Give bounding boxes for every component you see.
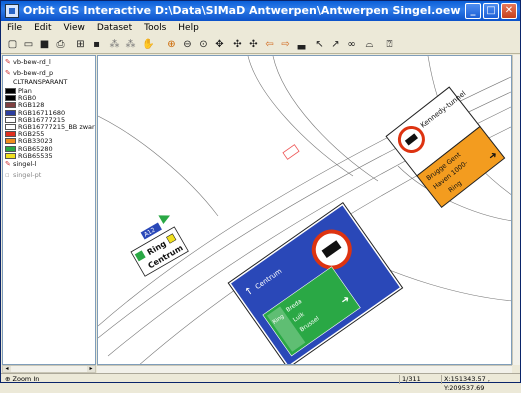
blue-sign[interactable]: Centrum ↑ Ring Breda Luik Brussel ➜ xyxy=(227,202,404,365)
open-icon[interactable]: ▭ xyxy=(22,38,35,51)
legend-item: RGB65535 xyxy=(5,152,53,160)
title-bar: Orbit GIS Interactive D:\Data\SIMaD Antw… xyxy=(1,1,520,21)
binoculars-icon[interactable]: ∞ xyxy=(345,38,358,51)
map-canvas[interactable]: Kennedy-tunnel Brugge Gent Haven 1000- R… xyxy=(97,55,512,365)
menu-dataset[interactable]: Dataset xyxy=(91,21,138,33)
small-sign[interactable]: A12 Ring Centrum xyxy=(122,210,190,277)
selection-box xyxy=(282,144,300,160)
app-window: Orbit GIS Interactive D:\Data\SIMaD Antw… xyxy=(0,0,521,392)
zoom-icon: ⊕ xyxy=(5,375,13,383)
maximize-button[interactable]: □ xyxy=(483,3,499,19)
grid-icon[interactable]: ⊞ xyxy=(74,38,87,51)
layer-icon[interactable]: ▃ xyxy=(295,38,308,51)
layer-label: vb-bew-rd_l xyxy=(13,58,51,66)
legend-swatch xyxy=(5,102,16,109)
layer-icon: ✎ xyxy=(5,69,11,77)
menu-help[interactable]: Help xyxy=(172,21,205,33)
arrow-left-icon[interactable]: ⇦ xyxy=(263,38,276,51)
legend-swatch xyxy=(5,124,16,130)
app-icon xyxy=(5,4,19,18)
map-vertical-scrollbar[interactable] xyxy=(512,55,520,365)
legend-swatch xyxy=(5,131,16,138)
move-all-icon[interactable]: ✣ xyxy=(231,38,244,51)
map-horizontal-scrollbar[interactable] xyxy=(97,365,512,373)
legend-swatch xyxy=(5,88,16,94)
legend-item-label: RGB65535 xyxy=(18,151,53,160)
status-mode-text: Zoom In xyxy=(12,375,40,383)
legend-swatch xyxy=(5,152,16,159)
layer-icon: ▫ xyxy=(5,171,10,179)
measure-icon[interactable]: ⌓ xyxy=(363,38,376,51)
legend-swatch xyxy=(5,145,16,152)
menu-file[interactable]: File xyxy=(1,21,28,33)
pointer-icon[interactable]: ↖ xyxy=(313,38,326,51)
move-all-2-icon[interactable]: ✣ xyxy=(247,38,260,51)
close-button[interactable]: ✕ xyxy=(501,3,517,19)
legend-scrollbar[interactable]: ◂ ▸ xyxy=(2,365,96,373)
zoom-out-icon[interactable]: ⊖ xyxy=(181,38,194,51)
window-title: Orbit GIS Interactive D:\Data\SIMaD Antw… xyxy=(23,4,461,17)
new-icon[interactable]: ▢ xyxy=(6,38,19,51)
select-arrow-icon[interactable]: ↗ xyxy=(329,38,342,51)
print-icon[interactable]: ⎙ xyxy=(54,38,67,51)
legend-swatch xyxy=(5,109,16,116)
layer-icon: ✎ xyxy=(5,58,11,66)
layer-vb-bew-rd-l[interactable]: ✎ vb-bew-rd_l xyxy=(5,58,51,66)
save-icon[interactable]: ■ xyxy=(38,38,51,51)
menu-bar: File Edit View Dataset Tools Help xyxy=(1,21,520,36)
layer-vb-bew-rd-p[interactable]: ✎ vb-bew-rd_p xyxy=(5,69,53,77)
pan-icon[interactable]: ✋ xyxy=(142,38,155,51)
minimize-button[interactable]: _ xyxy=(465,3,481,19)
zoom-extent-icon[interactable]: ⊙ xyxy=(197,38,210,51)
layer-singel-l[interactable]: ✎ singel-l xyxy=(5,160,36,168)
status-bar: ⊕ Zoom In 1/311 X:151343.57 , Y:209537.6… xyxy=(1,373,520,392)
scroll-left-icon[interactable]: ◂ xyxy=(3,366,11,372)
legend-swatch xyxy=(5,95,16,102)
legend-swatch xyxy=(5,116,16,123)
menu-view[interactable]: View xyxy=(58,21,91,33)
map-drawing: Kennedy-tunnel Brugge Gent Haven 1000- R… xyxy=(98,56,511,365)
menu-edit[interactable]: Edit xyxy=(28,21,57,33)
legend-panel: ✎ vb-bew-rd_l ✎ vb-bew-rd_p CLTRANSPARANT … xyxy=(2,55,96,365)
arrow-right-icon[interactable]: ⇨ xyxy=(279,38,292,51)
move-icon[interactable]: ✥ xyxy=(213,38,226,51)
select-icon[interactable]: ▪ xyxy=(90,38,103,51)
disabled-tool-1-icon: ⁂ xyxy=(109,39,120,50)
layer-label: vb-bew-rd_p xyxy=(13,69,54,77)
layer-icon: ✎ xyxy=(5,160,11,168)
menu-tools[interactable]: Tools xyxy=(138,21,172,33)
help-icon[interactable]: ⍰ xyxy=(383,38,396,51)
layer-label: singel-l xyxy=(13,160,37,168)
toolbar: ▢ ▭ ■ ⎙ ⊞ ▪ ⁂ ⁂ ✋ ⊕ ⊖ ⊙ ✥ ✣ ✣ ⇦ ⇨ ▃ ↖ ↗ … xyxy=(1,36,520,54)
legend-swatch xyxy=(5,138,16,145)
disabled-tool-2-icon: ⁂ xyxy=(125,39,136,50)
layer-singel-pt[interactable]: ▫ singel-pt xyxy=(5,171,41,179)
zoom-in-icon[interactable]: ⊕ xyxy=(165,38,178,51)
layer-label: singel-pt xyxy=(13,171,42,179)
legend-cltransparant: CLTRANSPARANT xyxy=(13,78,68,86)
scroll-right-icon[interactable]: ▸ xyxy=(87,366,95,372)
